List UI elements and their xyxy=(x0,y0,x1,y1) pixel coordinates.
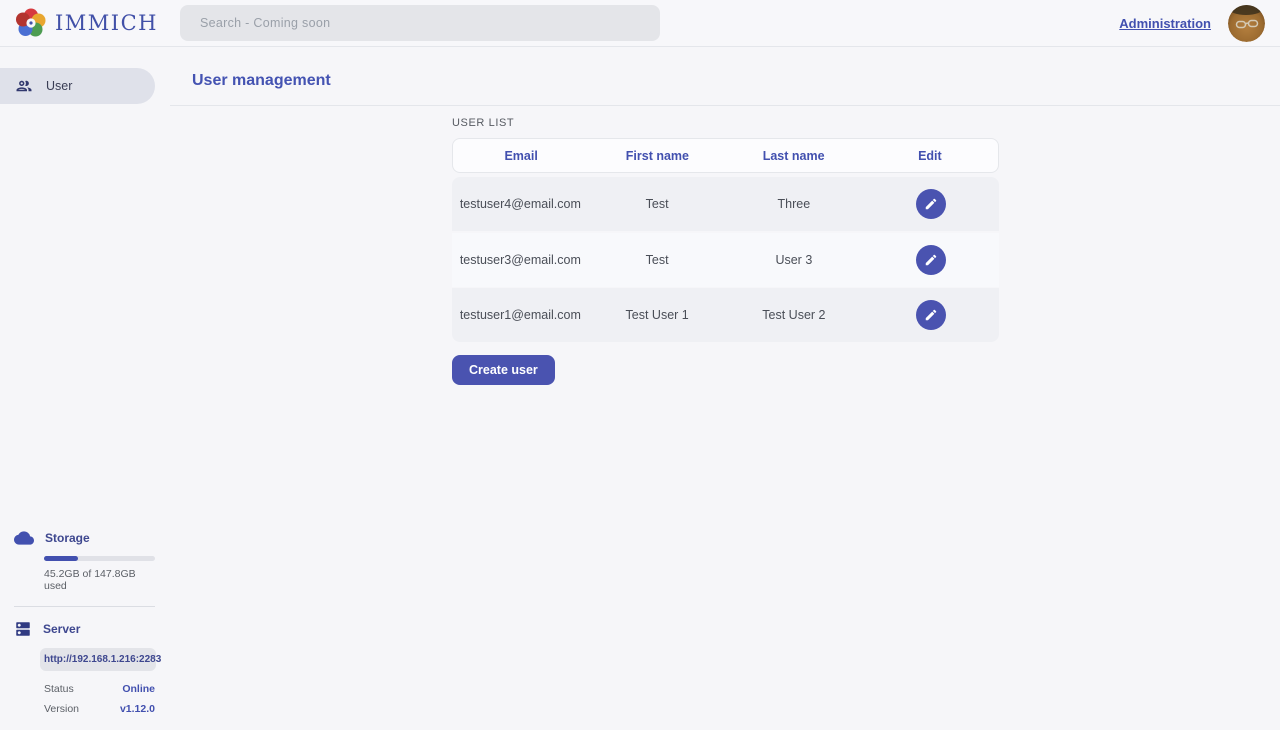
cell-first-name: Test xyxy=(589,253,726,267)
cell-last-name: Three xyxy=(726,197,863,211)
server-status-value: Online xyxy=(122,683,155,695)
column-header-edit: Edit xyxy=(862,149,998,163)
cell-last-name: User 3 xyxy=(726,253,863,267)
edit-user-button[interactable] xyxy=(916,300,946,330)
sidebar-status-panel: Storage 45.2GB of 147.8GB used Server ht… xyxy=(0,528,160,730)
user-list-section: USER LIST Email First name Last name Edi… xyxy=(452,117,999,385)
table-row: testuser4@email.com Test Three xyxy=(452,177,999,231)
users-icon xyxy=(15,77,33,95)
pencil-icon xyxy=(924,253,938,267)
cell-first-name: Test User 1 xyxy=(589,308,726,322)
edit-user-button[interactable] xyxy=(916,189,946,219)
cell-first-name: Test xyxy=(589,197,726,211)
storage-progress-bar xyxy=(44,556,155,561)
pencil-icon xyxy=(924,308,938,322)
storage-usage-text: 45.2GB of 147.8GB used xyxy=(44,568,160,592)
storage-progress-fill xyxy=(44,556,78,561)
top-bar: IMMICH Administration xyxy=(0,0,1280,47)
cloud-icon xyxy=(14,528,34,548)
user-list-label: USER LIST xyxy=(452,117,999,129)
server-icon xyxy=(14,620,32,638)
sidebar: User Storage 45.2GB of 147.8GB used xyxy=(0,47,170,730)
pencil-icon xyxy=(924,197,938,211)
table-row: testuser3@email.com Test User 3 xyxy=(452,233,999,287)
cell-email: testuser3@email.com xyxy=(452,253,589,267)
cell-last-name: Test User 2 xyxy=(726,308,863,322)
server-version-label: Version xyxy=(44,703,79,715)
immich-logo[interactable]: IMMICH xyxy=(0,8,170,38)
column-header-last-name: Last name xyxy=(726,149,862,163)
edit-user-button[interactable] xyxy=(916,245,946,275)
server-url: http://192.168.1.216:2283 xyxy=(40,648,156,671)
sidebar-item-label: User xyxy=(46,79,72,93)
storage-title: Storage xyxy=(45,531,90,545)
server-title: Server xyxy=(43,622,80,636)
sidebar-item-user[interactable]: User xyxy=(0,68,155,104)
user-table-body: testuser4@email.com Test Three testuser3… xyxy=(452,177,999,342)
search-input[interactable] xyxy=(180,5,660,41)
server-version-value: v1.12.0 xyxy=(120,703,155,715)
main-content: User management USER LIST Email First na… xyxy=(170,47,1280,730)
column-header-email: Email xyxy=(453,149,589,163)
immich-flower-icon xyxy=(16,8,46,38)
column-header-first-name: First name xyxy=(589,149,725,163)
cell-email: testuser4@email.com xyxy=(452,197,589,211)
user-avatar[interactable] xyxy=(1228,5,1265,42)
app-name: IMMICH xyxy=(55,11,158,35)
cell-email: testuser1@email.com xyxy=(452,308,589,322)
create-user-button[interactable]: Create user xyxy=(452,355,555,385)
table-row: testuser1@email.com Test User 1 Test Use… xyxy=(452,288,999,342)
page-title: User management xyxy=(192,72,331,105)
sidebar-divider xyxy=(14,606,155,607)
administration-link[interactable]: Administration xyxy=(1119,16,1211,31)
user-table-header: Email First name Last name Edit xyxy=(452,138,999,173)
content-header: User management xyxy=(170,47,1280,106)
server-status-label: Status xyxy=(44,683,74,695)
